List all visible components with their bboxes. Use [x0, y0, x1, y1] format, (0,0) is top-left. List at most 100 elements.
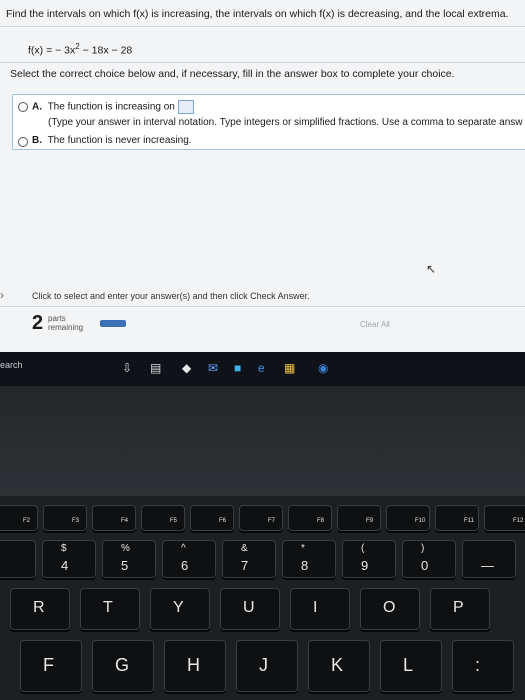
fn-key[interactable]: F10 [386, 505, 430, 531]
fn-key[interactable]: F2 [0, 505, 38, 531]
function-lhs: f(x) = − 3x [28, 44, 76, 57]
choice-b-letter: B. [32, 135, 42, 146]
instruction-text: Select the correct choice below and, if … [10, 68, 455, 80]
fn-key[interactable]: F5 [141, 505, 185, 531]
number-key-top: * [301, 543, 305, 554]
clear-all-button[interactable]: Clear All [360, 320, 390, 329]
number-key[interactable]: * 8 [282, 540, 336, 578]
fn-key[interactable]: F12 [484, 505, 525, 531]
number-key[interactable]: $4 [42, 540, 96, 578]
letter-key[interactable]: K [308, 640, 370, 692]
app-icon-2[interactable]: ◉ [318, 362, 328, 374]
mail-icon[interactable]: ✉ [208, 362, 218, 374]
parts-label: parts remaining [48, 314, 83, 332]
number-key-bottom: 6 [181, 558, 189, 573]
letter-key-label: R [33, 599, 45, 616]
number-key-bottom: 8 [301, 558, 309, 573]
number-key-top: & [241, 543, 248, 554]
letter-key-label: T [103, 599, 113, 616]
chevron-right-icon[interactable]: › [0, 288, 4, 302]
browser-content: Find the intervals on which f(x) is incr… [0, 0, 525, 352]
fn-key-label: F10 [415, 518, 426, 524]
parts-label-2: remaining [48, 323, 84, 332]
parts-progress-bar [100, 320, 126, 327]
letter-key[interactable]: P [430, 588, 490, 630]
fn-key[interactable]: F6 [190, 505, 234, 531]
divider [0, 26, 525, 27]
fn-key-label: F11 [464, 518, 474, 524]
fn-key-label: F9 [366, 518, 374, 524]
number-key[interactable]: ^ 6 [162, 540, 216, 578]
letter-key-label: P [453, 599, 464, 616]
fn-key[interactable]: F9 [337, 505, 381, 531]
fn-key-label: F2 [23, 518, 31, 524]
fn-key[interactable]: F7 [239, 505, 283, 531]
letter-key[interactable]: F [20, 640, 82, 692]
number-key-bottom: 4 [61, 558, 69, 573]
footer-hint: Click to select and enter your answer(s)… [32, 291, 310, 301]
letter-key[interactable]: O [360, 588, 420, 630]
task-view-icon[interactable]: ▤ [150, 362, 161, 374]
letter-key-label: : [475, 655, 481, 675]
choice-a[interactable]: A. The function is increasing on [32, 100, 194, 114]
number-key[interactable]: (9 [342, 540, 396, 578]
mouse-cursor-icon: ↖ [426, 262, 437, 276]
number-key-bottom: 5 [121, 558, 129, 573]
letter-key-label: O [383, 599, 396, 616]
number-key[interactable]: % 5 [102, 540, 156, 578]
letter-key-label: U [243, 599, 255, 616]
parts-label-1: parts [48, 314, 66, 323]
fn-key[interactable]: F4 [92, 505, 136, 531]
letter-key[interactable]: H [164, 640, 226, 692]
letter-key[interactable]: R [10, 588, 70, 630]
app-icon[interactable]: ◆ [182, 362, 191, 374]
choice-b-radio[interactable] [18, 137, 28, 147]
file-explorer-icon[interactable]: ▦ [284, 362, 295, 374]
parts-count: 2 [32, 312, 44, 334]
number-key-top: % [121, 543, 130, 554]
letter-key-label: Y [173, 599, 184, 616]
choice-a-text: The function is increasing on [47, 101, 175, 113]
number-key-bottom: — [481, 558, 494, 573]
number-key-top: ^ [181, 543, 186, 554]
letter-key[interactable]: G [92, 640, 154, 692]
letter-key[interactable]: L [380, 640, 442, 692]
number-key[interactable]: & 7 [222, 540, 276, 578]
choice-a-radio[interactable] [18, 102, 28, 112]
taskbar-search-text[interactable]: earch [0, 360, 23, 370]
microphone-icon[interactable]: ⇩ [122, 362, 132, 374]
choice-a-letter: A. [32, 101, 42, 113]
choice-b-text: The function is never increasing. [47, 135, 192, 146]
choice-a-subtext: (Type your answer in interval notation. … [48, 117, 523, 128]
fn-key-label: F6 [219, 518, 227, 524]
interval-answer-box[interactable] [177, 100, 194, 114]
edge-browser-icon[interactable]: e [258, 362, 265, 374]
fn-key-label: F7 [268, 518, 276, 524]
letter-key[interactable]: U [220, 588, 280, 630]
letter-key[interactable]: J [236, 640, 298, 692]
fn-key[interactable]: F8 [288, 505, 332, 531]
function-expression: f(x) = − 3x2 − 18x − 28 [28, 42, 132, 57]
fn-key[interactable]: F3 [43, 505, 87, 531]
letter-key-label: K [331, 655, 344, 675]
fn-key-label: F4 [121, 518, 129, 524]
fn-key-label: F3 [72, 518, 80, 524]
letter-key[interactable]: I [290, 588, 350, 630]
fn-key[interactable]: F11 [435, 505, 479, 531]
function-rhs: − 18x − 28 [79, 44, 133, 57]
number-key[interactable]: ) 0 [402, 540, 456, 578]
number-key[interactable]: — [462, 540, 516, 578]
number-key-top: ( [361, 543, 365, 554]
choice-b[interactable]: B. The function is never increasing. [32, 135, 192, 146]
store-icon[interactable]: ■ [234, 362, 241, 374]
letter-key[interactable]: T [80, 588, 140, 630]
letter-key[interactable]: Y [150, 588, 210, 630]
letter-key-label: G [115, 655, 130, 675]
number-key[interactable] [0, 540, 36, 578]
fn-key-label: F12 [513, 518, 524, 524]
letter-key-label: F [43, 655, 54, 675]
number-key-bottom: 7 [241, 558, 249, 573]
question-prompt: Find the intervals on which f(x) is incr… [6, 8, 509, 20]
letter-key-label: J [259, 655, 268, 675]
letter-key[interactable]: : [452, 640, 514, 692]
